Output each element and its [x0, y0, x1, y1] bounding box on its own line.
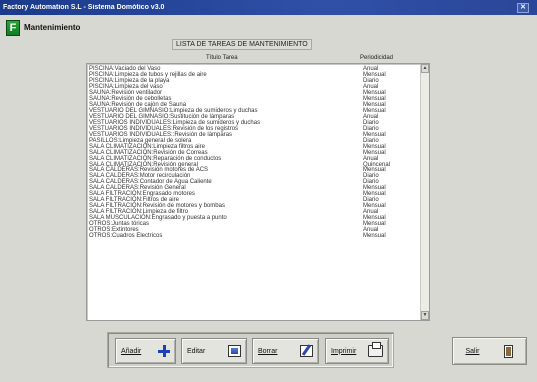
edit-icon [228, 345, 241, 357]
edit-button[interactable]: Editar [181, 338, 247, 364]
window-titlebar: Factory Automation S.L - Sistema Domótic… [0, 0, 537, 15]
delete-button[interactable]: Borrar [252, 338, 319, 364]
print-button-label: Imprimir [331, 347, 357, 355]
list-item-task: OTROS:Cuadros Electricos [89, 233, 163, 240]
list-caption: LISTA DE TAREAS DE MANTENIMIENTO [172, 39, 312, 50]
edit-button-label: Editar [187, 347, 206, 355]
scroll-up-icon[interactable]: ▲ [421, 64, 429, 73]
print-button[interactable]: Imprimir [325, 338, 389, 364]
section-title: Mantenimiento [24, 23, 81, 32]
column-header-period[interactable]: Periodicidad [360, 55, 393, 61]
task-list-rows: PISCINA:Vaciado del Vaso Anual PISCINA:Lim… [88, 66, 421, 239]
exit-button-label: Salir [465, 347, 480, 355]
task-list[interactable]: PISCINA:Vaciado del Vaso Anual PISCINA:Lim… [86, 63, 430, 321]
exit-door-icon [504, 344, 514, 358]
add-button[interactable]: Añadir [115, 338, 176, 364]
list-item-period: Mensual [363, 233, 386, 240]
app-logo-icon: F [6, 20, 20, 36]
action-toolbar: Añadir Editar Borrar Imprimir [107, 332, 394, 368]
delete-button-label: Borrar [258, 347, 278, 355]
print-icon [368, 342, 383, 357]
vertical-scrollbar[interactable]: ▲ ▼ [420, 64, 429, 320]
exit-button[interactable]: Salir [452, 337, 527, 365]
list-item[interactable]: OTROS:Cuadros Electricos Mensual [88, 233, 421, 239]
column-header-task[interactable]: Título Tarea [206, 55, 238, 61]
delete-icon [300, 345, 313, 357]
close-icon[interactable]: ✕ [517, 2, 529, 13]
scroll-down-icon[interactable]: ▼ [421, 311, 429, 320]
plus-icon [158, 345, 170, 357]
window-title: Factory Automation S.L - Sistema Domótic… [3, 4, 165, 11]
add-button-label: Añadir [121, 347, 142, 355]
